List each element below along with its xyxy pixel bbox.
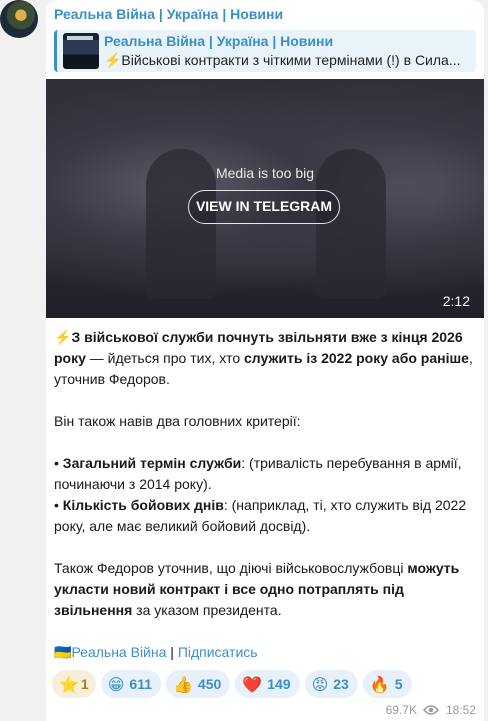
post-text-span: — йдеться про тих, хто bbox=[85, 350, 245, 366]
forwarded-reply-preview[interactable]: Реальна Війна | Україна | Новини ⚡Військ… bbox=[54, 30, 476, 72]
channel-avatar[interactable] bbox=[0, 0, 38, 38]
ukraine-flag-icon: 🇺🇦 bbox=[54, 644, 72, 660]
fire-icon: 🔥 bbox=[369, 674, 390, 694]
bullet: • bbox=[54, 455, 63, 471]
post-paragraph: Він також навів два головних критерії: bbox=[54, 413, 301, 429]
reply-text: ⚡Військові контракти з чіткими термінами… bbox=[104, 52, 461, 68]
channel-link[interactable]: Реальна Війна bbox=[71, 644, 166, 660]
lightning-emoji: ⚡ bbox=[54, 329, 72, 345]
reply-thumbnail bbox=[63, 33, 99, 69]
post-text: ⚡З військової служби почнуть звільняти в… bbox=[54, 327, 478, 663]
eye-icon bbox=[422, 705, 439, 715]
footer-separator: | bbox=[166, 644, 178, 660]
reaction-heart[interactable]: ❤️ 149 bbox=[235, 670, 300, 698]
reaction-star[interactable]: ⭐ 1 bbox=[52, 670, 96, 698]
reaction-grin[interactable]: 😁 611 bbox=[100, 670, 161, 698]
reactions-bar: ⭐ 1 😁 611 👍 450 ❤️ 149 😡 23 🔥 5 bbox=[52, 670, 412, 698]
media-too-big-message: Media is too big bbox=[215, 165, 315, 181]
post-paragraph: Також Федоров уточнив, що діючі військов… bbox=[54, 558, 478, 621]
grin-emoji-icon: 😁 bbox=[107, 674, 125, 694]
reaction-count: 611 bbox=[129, 676, 152, 692]
reaction-fire[interactable]: 🔥 5 bbox=[362, 670, 412, 698]
star-icon: ⭐ bbox=[59, 674, 79, 694]
angry-emoji-icon: 😡 bbox=[311, 674, 329, 694]
post-bold-text: служить із 2022 року або раніше bbox=[244, 350, 469, 366]
post-footer: 🇺🇦Реальна Війна | Підписатись bbox=[54, 642, 478, 663]
criterion-title: Загальний термін служби bbox=[62, 455, 242, 471]
criterion-title: Кількість бойових днів bbox=[62, 497, 224, 513]
reaction-count: 1 bbox=[80, 676, 89, 692]
reaction-count: 23 bbox=[333, 676, 349, 692]
post-text-span: за указом президента. bbox=[132, 602, 282, 618]
bullet: • bbox=[54, 497, 63, 513]
criterion-item: • Кількість бойових днів: (наприклад, ті… bbox=[54, 495, 478, 537]
channel-name[interactable]: Реальна Війна | Україна | Новини bbox=[54, 6, 283, 22]
reaction-thumbs-up[interactable]: 👍 450 bbox=[166, 670, 231, 698]
message-time: 18:52 bbox=[445, 703, 476, 717]
view-count: 69.7K bbox=[385, 703, 417, 717]
reaction-count: 450 bbox=[197, 676, 222, 692]
reaction-angry[interactable]: 😡 23 bbox=[304, 670, 358, 698]
video-duration: 2:12 bbox=[442, 293, 470, 309]
message-bubble: Реальна Війна | Україна | Новини Реальна… bbox=[46, 0, 484, 721]
post-text-span: Також Федоров уточнив, що діючі військов… bbox=[54, 560, 408, 576]
reaction-count: 149 bbox=[267, 676, 291, 692]
thumbs-up-icon: 👍 bbox=[173, 674, 193, 694]
subscribe-link[interactable]: Підписатись bbox=[178, 644, 258, 660]
view-in-telegram-button[interactable]: VIEW IN TELEGRAM bbox=[188, 190, 340, 224]
heart-icon: ❤️ bbox=[242, 674, 263, 694]
message-meta: 69.7K 18:52 bbox=[386, 703, 476, 717]
criterion-item: • Загальний термін служби: (тривалість п… bbox=[54, 453, 478, 495]
post-paragraph: ⚡З військової служби почнуть звільняти в… bbox=[54, 327, 478, 390]
video-preview[interactable]: Media is too big VIEW IN TELEGRAM 2:12 bbox=[46, 79, 484, 318]
reply-author: Реальна Війна | Україна | Новини bbox=[104, 33, 334, 49]
reaction-count: 5 bbox=[394, 676, 403, 692]
